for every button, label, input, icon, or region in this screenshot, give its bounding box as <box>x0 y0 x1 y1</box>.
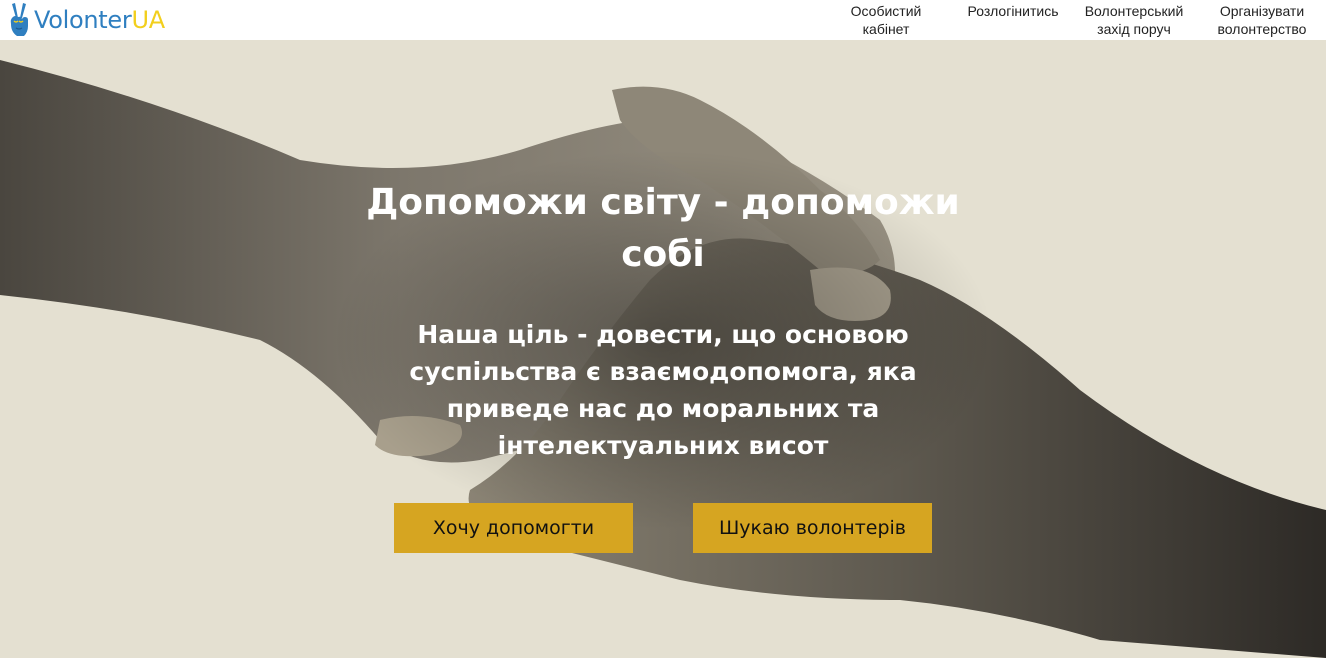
hero-section: Допоможи світу - допоможи собі Наша ціль… <box>0 40 1326 658</box>
site-logo[interactable]: VolonterUA <box>0 0 200 40</box>
logo-text-accent: UA <box>131 6 165 34</box>
nav-organize-volunteering[interactable]: Організувати волонтерство <box>1210 2 1314 38</box>
nav-personal-cabinet[interactable]: Особистий кабінет <box>836 2 936 38</box>
want-to-help-button[interactable]: Хочу допомогти <box>394 503 633 553</box>
logo-text: VolonterUA <box>34 8 165 32</box>
hero-title: Допоможи світу - допоможи собі <box>366 182 960 275</box>
nav-logout[interactable]: Розлогінитись <box>958 2 1068 20</box>
hero-subtitle: Наша ціль - довести, що основою суспільс… <box>409 320 917 460</box>
find-volunteers-button[interactable]: Шукаю волонтерів <box>693 503 932 553</box>
logo-text-main: Volonter <box>34 6 132 34</box>
top-navigation-bar: VolonterUA Особистий кабінет Розлогінити… <box>0 0 1326 40</box>
victory-hand-icon <box>10 3 28 36</box>
main-nav: Особистий кабінет Розлогінитись Волонтер… <box>836 2 1326 40</box>
nav-volunteer-event-nearby[interactable]: Волонтерський захід поруч <box>1080 2 1188 38</box>
